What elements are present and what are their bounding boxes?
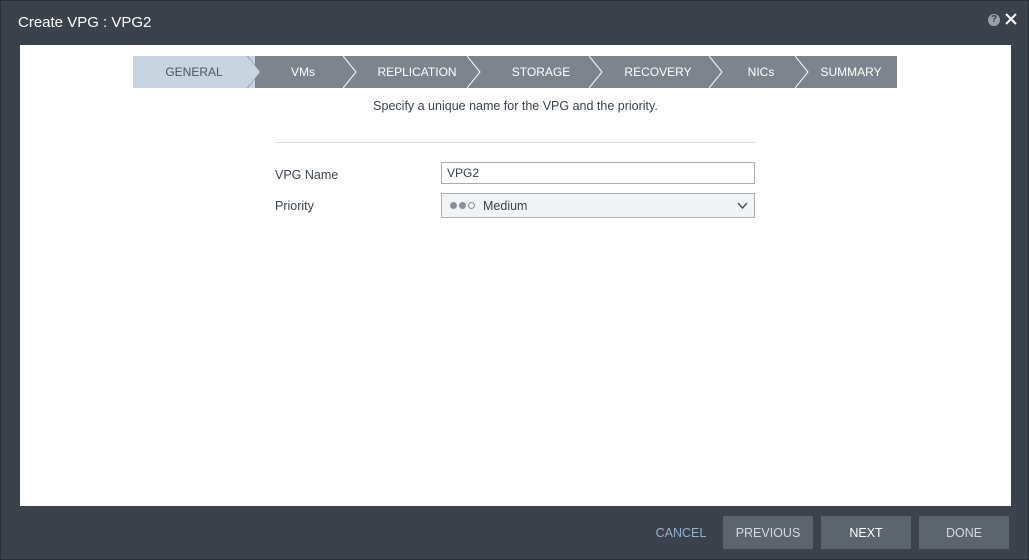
chevron-right-icon — [247, 56, 260, 88]
previous-button[interactable]: PREVIOUS — [723, 516, 813, 549]
priority-dot-filled — [450, 202, 457, 209]
step-label: SUMMARY — [820, 65, 882, 79]
vpg-name-label: VPG Name — [275, 168, 339, 182]
step-storage[interactable]: STORAGE — [483, 56, 599, 88]
priority-dot-empty — [468, 202, 475, 209]
step-vms[interactable]: VMs — [255, 56, 351, 88]
chevron-right-icon — [709, 56, 723, 88]
priority-select[interactable]: Medium — [441, 193, 755, 218]
step-label: NICs — [747, 65, 775, 79]
chevron-right-icon — [467, 56, 481, 88]
priority-dot-filled — [459, 202, 466, 209]
wizard-steps: GENERAL VMs REPLICATION STORAGE RECOVERY… — [133, 56, 897, 88]
instruction-text: Specify a unique name for the VPG and th… — [373, 99, 658, 113]
done-button[interactable]: DONE — [919, 516, 1009, 549]
chevron-right-icon — [795, 56, 809, 88]
step-recovery[interactable]: RECOVERY — [599, 56, 717, 88]
step-label: VMs — [291, 65, 315, 79]
priority-value: Medium — [483, 198, 528, 213]
question-circle-icon[interactable]: ? — [988, 14, 1000, 26]
step-label: GENERAL — [165, 65, 223, 79]
chevron-right-icon — [589, 56, 603, 88]
next-button[interactable]: NEXT — [821, 516, 911, 549]
chevron-down-icon — [737, 202, 748, 210]
step-general[interactable]: GENERAL — [133, 56, 255, 88]
dialog-titlebar: Create VPG : VPG2 ? — [1, 1, 1028, 45]
priority-label: Priority — [275, 199, 314, 213]
divider — [275, 142, 756, 143]
step-replication[interactable]: REPLICATION — [351, 56, 483, 88]
vpg-name-input[interactable] — [441, 162, 755, 184]
priority-level-indicator — [450, 202, 475, 209]
step-label: RECOVERY — [624, 65, 692, 79]
chevron-right-icon — [343, 56, 357, 88]
close-icon[interactable] — [1004, 11, 1018, 27]
dialog-footer: CANCEL PREVIOUS NEXT DONE — [1, 506, 1028, 559]
step-label: REPLICATION — [377, 65, 457, 79]
dialog-content: GENERAL VMs REPLICATION STORAGE RECOVERY… — [20, 45, 1011, 506]
cancel-button[interactable]: CANCEL — [641, 516, 721, 549]
create-vpg-dialog: Create VPG : VPG2 ? GENERAL VMs REPLICAT… — [0, 0, 1029, 560]
step-summary[interactable]: SUMMARY — [805, 56, 897, 88]
dialog-title: Create VPG : VPG2 — [18, 14, 152, 31]
step-nics[interactable]: NICs — [717, 56, 805, 88]
step-label: STORAGE — [511, 65, 571, 79]
